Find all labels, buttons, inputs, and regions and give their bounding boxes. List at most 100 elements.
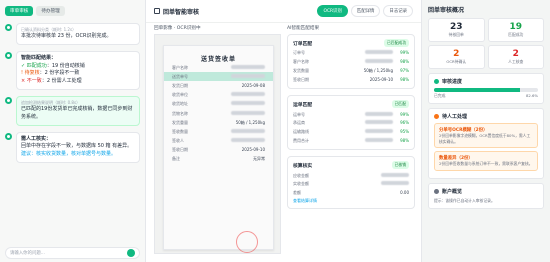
redacted-value [231,110,265,115]
confidence-value: 95% [400,129,409,135]
match-field-value [365,120,393,126]
chat-message: 智能匹配结果： ✓ 匹配成功：19 份自动核销 ! 待复核：2 份字段不一致 ×… [0,48,145,93]
suggestion-link[interactable]: 建议：核实收货数量，核对单据号与数量。 [21,151,135,159]
confidence-value: 98% [400,76,409,82]
page-title: 回单智能审核 [163,8,200,16]
match-line-mismatch: × 不一致：2 份需人工处理 [21,78,82,85]
tab-ocr[interactable]: OCR识别 [317,5,348,17]
stat-card: 2 OCR待确认 [428,45,485,69]
match-card[interactable]: 核算核实 已核销 应收金额 实收金额 差额 0.00 查看结算详情 [287,156,415,209]
redacted-value [231,128,265,133]
match-field-value [365,59,393,65]
receipt-field-label: 送货单号 [172,73,188,79]
send-icon[interactable] [127,249,135,257]
match-field-value [365,111,393,118]
account-title: 账户概览 [442,189,463,196]
main-panel: 回单智能审核 OCR识别 匹配详情 日志记录 回单影像 · OCR识别中 送货签… [146,0,422,262]
receipt-field: 客户名称 [164,63,273,72]
redacted-value [231,138,265,143]
assistant-avatar-icon [5,51,12,59]
chat-message: 已确认资料分类（耗时: 1.2s） 本批次待审核单 23 份，OCR识别完成。 [0,20,145,48]
receipt-field-value: 2025-09-10 [241,147,265,153]
receipt-field: 签收人 [164,137,273,146]
redacted-value [365,59,393,64]
message-text: 本批次待审核单 23 份，OCR识别完成。 [21,33,112,40]
redacted-value [365,137,393,142]
settlement-detail-link[interactable]: 查看结算详情 [293,198,409,204]
redacted-value [231,73,265,78]
tab-log[interactable]: 日志记录 [383,5,413,17]
receipt-field-value [231,92,265,98]
summary-title: 回单审核概况 [428,7,465,14]
receipt-image: 送货签收单 客户名称 送货单号 发货日期 2025-09-08 收货单位 收货地址 货物名称… [163,45,274,253]
receipt-field-value [231,64,265,71]
confidence-value: 96% [400,120,409,126]
todo-item[interactable]: 数量差异（2份） 2份回单签收数量与系统订单不一致，需联系客户复核。 [434,151,538,172]
receipt-field-label: 货物名称 [172,110,188,116]
match-field: 运单号 99% [293,110,409,119]
match-results-panel: AI智能匹配结果 订单匹配 已匹配成功 订单号 99% 客户名称 98% 发货数量 50箱 /… [287,25,415,215]
match-field-value: 2025-09-10 [369,76,393,82]
match-field-value [381,172,409,179]
todo-title: 待人工处理 [442,114,468,120]
receipt-field: 送货单号 [164,72,273,82]
assistant-avatar-icon [5,132,12,140]
redacted-value [231,101,265,106]
confidence-value: 98% [400,137,409,143]
match-field-label: 差额 [293,190,301,196]
match-field-label: 承运商 [293,120,305,126]
receipt-field-value [231,138,265,144]
receipt-field-label: 备注 [172,156,180,162]
stamp-icon [236,231,258,253]
match-field-label: 运输路线 [293,129,309,135]
document-icon [154,8,160,14]
match-card-header: 订单匹配 已匹配成功 [293,39,409,47]
receipt-field-label: 签收日期 [172,147,188,153]
tab-todo[interactable]: 待办管理 [36,6,65,16]
redacted-value [231,64,265,69]
stats-grid: 23 待核回单 19 匹配成功 2 OCR待确认 2 人工核查 [428,18,544,69]
status-badge: 已匹配 [391,100,409,109]
account-section: 账户概览 提示：该操作已自动计入审核记录。 [428,183,544,210]
match-card-header: 核算核实 已核销 [293,161,409,170]
chat-input[interactable]: 请输入你的问题... [5,247,140,259]
account-note: 提示：该操作已自动计入审核记录。 [434,198,495,204]
match-field-label: 应收金额 [293,172,309,178]
message-title: 智能匹配结果： [21,54,57,61]
match-panel-title: AI智能匹配结果 [287,26,320,31]
document-panel-title: 回单影像 · OCR识别中 [154,26,201,31]
confidence-value: 99% [400,111,409,117]
stat-card: 2 人工核查 [487,45,544,69]
stat-number: 23 [449,22,463,32]
receipt-field-value [231,110,265,117]
redacted-value [365,129,393,134]
match-field: 承运商 96% [293,119,409,128]
tab-match[interactable]: 匹配详情 [350,5,381,17]
receipt-field-label: 客户名称 [172,64,188,70]
match-card[interactable]: 订单匹配 已匹配成功 订单号 99% 客户名称 98% 发货数量 50箱 / 1,250kg 9… [287,34,415,90]
document-viewer[interactable]: 送货签收单 客户名称 送货单号 发货日期 2025-09-08 收货单位 收货地址 货物名称… [154,34,281,254]
todo-item-desc: 2份回单影像字迹模糊，OCR置信度低于80%，需人工核实确认。 [439,133,531,144]
progress-percent: 82.6% [525,93,538,98]
match-field: 差额 0.00 [293,189,409,198]
match-field: 签收日期 2025-09-10 98% [293,75,409,84]
match-field-value: 0.00 [400,190,409,196]
todo-section: 待人工处理 分单号OCR模糊（2份） 2份回单影像字迹模糊，OCR置信度低于80… [428,108,544,180]
match-card-title: 核算核实 [293,163,313,169]
progress-bar [434,88,538,92]
match-field-value [365,137,393,144]
receipt-field-value [231,101,265,107]
todo-item[interactable]: 分单号OCR模糊（2份） 2份回单影像字迹模糊，OCR置信度低于80%，需人工核… [434,123,538,149]
match-card[interactable]: 运单匹配 已匹配 运单号 99% 承运商 96% 运输路线 95% 费用合计 98% [287,95,415,151]
alert-icon [434,114,439,119]
match-field: 订单号 99% [293,49,409,58]
match-card-header: 运单匹配 已匹配 [293,100,409,109]
progress-fill [434,88,520,92]
summary-panel: 回单审核概况 23 待核回单 19 匹配成功 2 OCR待确认 2 人工核查 审核进度 已完成… [422,0,550,262]
match-field-value [381,181,409,187]
tab-review[interactable]: 审单审核 [5,6,34,16]
match-field-label: 运单号 [293,111,305,117]
receipt-field-label: 签收人 [172,138,184,144]
stat-label: 匹配成功 [508,32,524,37]
match-field-label: 发货数量 [293,67,309,73]
